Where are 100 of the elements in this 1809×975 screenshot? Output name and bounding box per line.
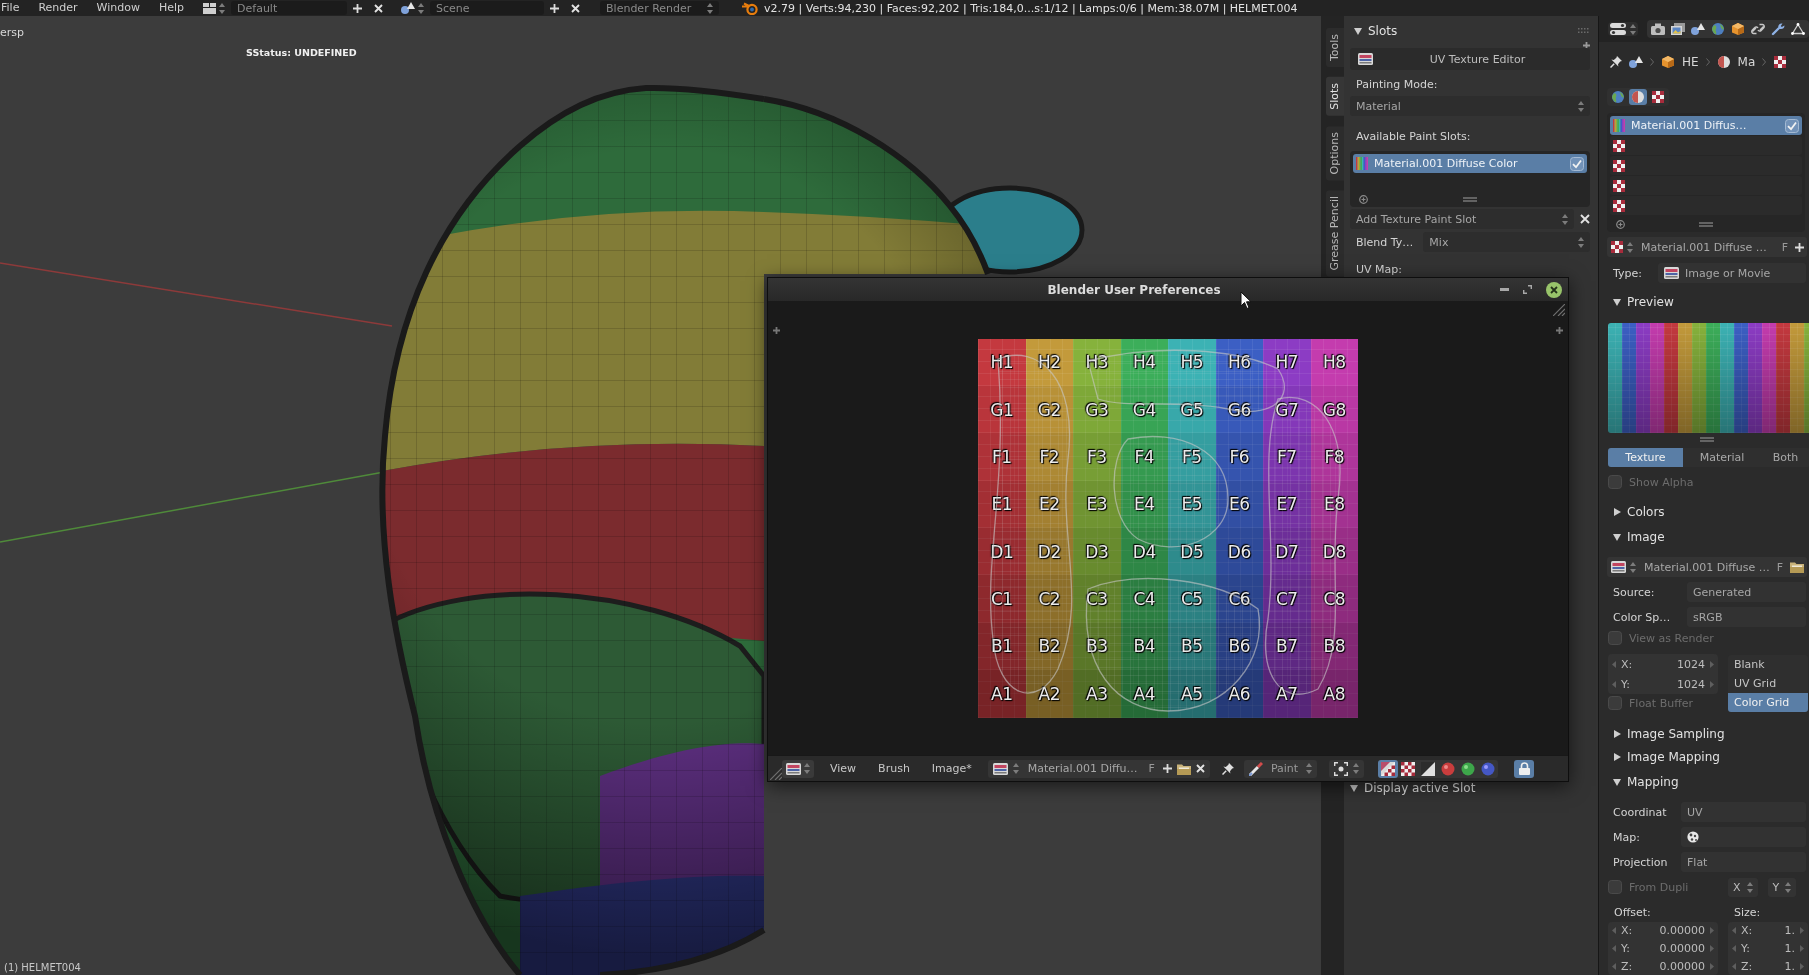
updown-arrows-icon[interactable] (1630, 23, 1636, 35)
triangle-mesh-icon[interactable] (1789, 21, 1807, 37)
render-engine-dropdown[interactable]: Blender Render (600, 1, 720, 15)
image-name-field[interactable]: Material.001 Diffu… (1023, 762, 1141, 775)
add-icon[interactable] (1359, 195, 1368, 204)
cube-icon[interactable] (1661, 55, 1675, 68)
disclosure-triangle-icon[interactable] (1613, 508, 1621, 516)
close-icon[interactable] (1195, 764, 1205, 773)
blend-dropdown[interactable]: Mix (1423, 232, 1590, 252)
corner-grip-icon[interactable] (770, 768, 782, 780)
resize-handle-icon[interactable] (1698, 222, 1713, 227)
picture-icon[interactable] (1611, 561, 1626, 573)
updown-arrows-icon[interactable] (1306, 763, 1313, 774)
close-icon[interactable] (571, 3, 581, 13)
close-icon[interactable] (374, 3, 384, 13)
tab[interactable]: Tools (1326, 28, 1344, 68)
type-dropdown[interactable]: Image or Movie (1658, 263, 1806, 283)
menu-item[interactable]: View (830, 762, 857, 775)
fake-user-button[interactable]: F (1778, 240, 1791, 254)
list-row[interactable]: Material.001 Diffus… (1610, 116, 1802, 135)
close-icon[interactable] (1546, 281, 1562, 298)
panel-title[interactable]: Image Sampling (1627, 727, 1725, 741)
shapes-icon[interactable] (401, 2, 416, 14)
breadcrumb-label[interactable]: Ma (1737, 54, 1756, 69)
menu-item[interactable]: File (1, 1, 20, 15)
material-sphere-icon[interactable] (1716, 55, 1731, 68)
scene-field[interactable]: Scene (430, 1, 545, 15)
shapes-icon[interactable] (1689, 21, 1707, 37)
resize-handle-icon[interactable] (1699, 436, 1714, 442)
material-sphere-icon[interactable] (1629, 89, 1647, 105)
checker-icon[interactable] (1611, 241, 1623, 253)
pin-icon[interactable] (1610, 55, 1622, 68)
disclosure-triangle-icon[interactable] (1354, 27, 1362, 35)
panel-title[interactable]: Mapping (1627, 775, 1679, 789)
axis-dropdown[interactable]: Y (1767, 877, 1797, 897)
disclosure-triangle-icon[interactable] (1613, 753, 1621, 761)
folder-icon[interactable] (1176, 762, 1191, 775)
checker-icon[interactable] (1649, 89, 1667, 105)
updown-arrows-icon[interactable] (1012, 763, 1019, 774)
lock-toggle[interactable] (1514, 759, 1535, 778)
updown-arrows-icon[interactable] (1785, 881, 1792, 893)
disclosure-triangle-icon[interactable] (1613, 533, 1621, 541)
fake-user-button[interactable]: F (1773, 560, 1787, 574)
link-icon[interactable] (1749, 21, 1767, 37)
updown-arrows-icon[interactable] (1746, 881, 1753, 893)
close-icon[interactable] (1580, 214, 1590, 224)
projection-dropdown[interactable]: Flat (1681, 852, 1806, 872)
menu-item[interactable]: Render (38, 1, 78, 15)
tab[interactable]: Grease Pencil (1326, 190, 1344, 277)
breadcrumb-label[interactable]: HE (1682, 54, 1699, 69)
mode-dropdown[interactable]: Paint (1243, 759, 1318, 778)
shapes-icon[interactable] (1629, 55, 1643, 68)
updown-arrows-icon[interactable] (418, 2, 425, 14)
corner-grip-icon[interactable] (1553, 304, 1565, 316)
tab[interactable]: Both (1761, 448, 1809, 467)
pin-icon[interactable] (1221, 762, 1234, 775)
screen-layout-field[interactable]: Default (231, 1, 348, 15)
pivot-dropdown[interactable] (1329, 759, 1365, 778)
photo-stack-icon[interactable] (1669, 21, 1687, 37)
panel-title[interactable]: Image Mapping (1627, 750, 1720, 764)
menu-item[interactable]: Help (158, 1, 185, 15)
add-icon[interactable] (1616, 220, 1625, 229)
tab[interactable]: Material (1683, 448, 1761, 467)
coordinates-dropdown[interactable]: UV (1681, 802, 1806, 822)
updown-arrows-icon[interactable] (1562, 213, 1568, 225)
disclosure-triangle-icon[interactable] (1350, 784, 1358, 792)
globe-icon[interactable] (1609, 89, 1627, 105)
folder-icon[interactable] (1790, 561, 1805, 573)
source-dropdown[interactable]: Generated (1687, 582, 1806, 602)
tab[interactable]: Options (1326, 125, 1344, 181)
fake-user-button[interactable]: F (1145, 762, 1158, 775)
axis-dropdown[interactable]: X (1728, 877, 1758, 897)
menu-item[interactable]: Brush (878, 762, 910, 775)
disclosure-triangle-icon[interactable] (1613, 778, 1621, 786)
painting-mode-dropdown[interactable]: Material (1350, 96, 1590, 116)
checker-icon[interactable] (1773, 55, 1788, 68)
updown-arrows-icon[interactable] (1578, 236, 1584, 248)
color-space-dropdown[interactable]: sRGB (1687, 607, 1806, 627)
cube-icon[interactable] (1729, 21, 1747, 37)
updown-arrows-icon[interactable] (1353, 763, 1360, 774)
checker-icon[interactable] (1613, 179, 1625, 192)
updown-arrows-icon[interactable] (219, 2, 226, 14)
panel-title[interactable]: Colors (1627, 505, 1665, 519)
image-name-field[interactable]: Material.001 Diffuse … (1640, 560, 1770, 574)
panel-title[interactable]: Slots (1368, 24, 1398, 38)
wrench-icon[interactable] (1769, 21, 1787, 37)
panel-title[interactable]: Display active Slot (1364, 781, 1476, 795)
updown-arrows-icon[interactable] (1627, 241, 1633, 253)
checker-icon[interactable] (1613, 159, 1625, 172)
disclosure-triangle-icon[interactable] (1613, 730, 1621, 738)
resize-handle-icon[interactable] (1462, 197, 1477, 202)
panel-title[interactable]: Image (1627, 530, 1665, 544)
panel-title[interactable]: Preview (1627, 295, 1674, 309)
image-datablock-selector[interactable]: Material.001 Diffu… F (987, 759, 1210, 778)
updown-arrows-icon[interactable] (804, 763, 810, 774)
toggles-icon[interactable] (1610, 23, 1626, 35)
checkbox[interactable] (1570, 156, 1584, 171)
menu-item[interactable]: Window (96, 1, 140, 15)
updown-arrows-icon[interactable] (1578, 100, 1584, 112)
menu-item[interactable]: Image* (931, 762, 972, 775)
